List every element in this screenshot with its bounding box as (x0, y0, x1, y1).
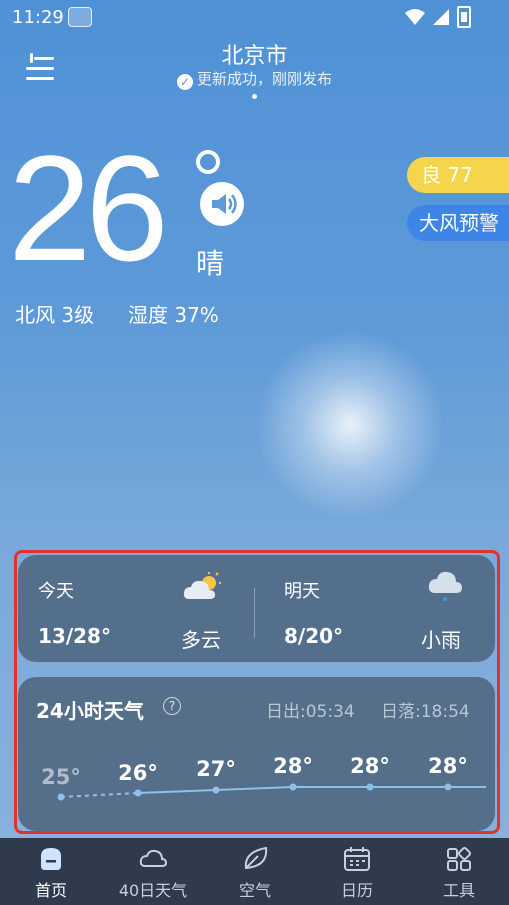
nav-item-calendar[interactable]: 日历 (306, 838, 408, 905)
wind-info: 北风 3级 (15, 303, 95, 327)
highlight-box (14, 550, 500, 834)
nav-label-tools: 工具 (442, 881, 475, 900)
battery-icon (457, 6, 471, 28)
home-icon (41, 848, 61, 870)
nav-item-tools[interactable]: 工具 (408, 838, 509, 905)
update-status-text: 更新成功，刚刚发布 (196, 70, 332, 88)
update-status: ✓ 更新成功，刚刚发布 (0, 68, 509, 90)
sun-glow (255, 330, 445, 520)
check-icon: ✓ (176, 74, 193, 90)
nav-label-air: 空气 (238, 881, 271, 900)
nav-item-air[interactable]: 空气 (204, 838, 306, 905)
leaf-icon (244, 846, 268, 870)
calendar-icon (344, 847, 370, 871)
aqi-badge[interactable]: 良 77 (407, 157, 509, 193)
bottom-navigation: 首页 40日天气 空气 日历 工具 (0, 838, 509, 905)
signal-icon (433, 9, 449, 25)
wifi-icon (405, 9, 425, 25)
humidity-info: 湿度 37% (128, 303, 219, 327)
degree-symbol (196, 150, 220, 174)
voice-broadcast-button[interactable] (200, 182, 244, 226)
nav-label-40day: 40日天气 (118, 881, 188, 900)
nav-label-home: 首页 (34, 881, 67, 900)
city-name[interactable]: 北京市 (0, 38, 509, 70)
speaker-icon (212, 194, 237, 214)
nav-item-40day[interactable]: 40日天气 (102, 838, 204, 905)
nav-item-home[interactable]: 首页 (0, 838, 102, 905)
tools-grid-icon (447, 846, 472, 871)
page-indicator-dot (252, 94, 257, 99)
current-temperature: 26 (8, 124, 169, 292)
status-bar: 11:29 (0, 0, 509, 34)
cloud-icon (139, 849, 167, 867)
nav-label-calendar: 日历 (340, 881, 373, 900)
current-condition: 晴 (196, 247, 225, 280)
weather-app-notification-icon (68, 7, 92, 27)
status-time: 11:29 (12, 7, 64, 28)
status-icons (405, 6, 471, 28)
weather-alert-badge[interactable]: 大风预警 (407, 205, 509, 241)
